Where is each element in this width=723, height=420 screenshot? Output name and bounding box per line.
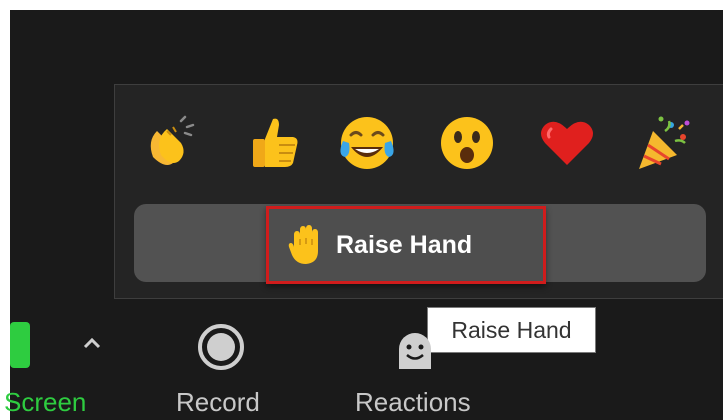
top-edge [0,0,723,10]
emoji-row [115,85,723,205]
surprised-face-icon[interactable] [435,111,499,175]
record-label[interactable]: Record [176,387,260,418]
reactions-label[interactable]: Reactions [355,387,471,418]
chevron-up-icon[interactable] [82,336,102,350]
tooltip: Raise Hand [427,307,596,353]
record-icon[interactable] [196,322,246,372]
left-edge [0,0,10,420]
share-screen-label[interactable]: Screen [4,387,86,418]
heart-icon[interactable] [535,111,599,175]
reactions-icon[interactable] [397,329,433,369]
clapping-hands-icon[interactable] [139,111,203,175]
raise-hand-label: Raise Hand [336,230,473,259]
raise-hand-content[interactable]: Raise Hand [288,223,472,267]
party-popper-icon[interactable] [631,111,695,175]
thumbs-up-icon[interactable] [243,111,307,175]
share-screen-icon[interactable] [10,322,30,368]
tears-of-joy-icon[interactable] [335,111,399,175]
raised-hand-icon [288,225,318,264]
